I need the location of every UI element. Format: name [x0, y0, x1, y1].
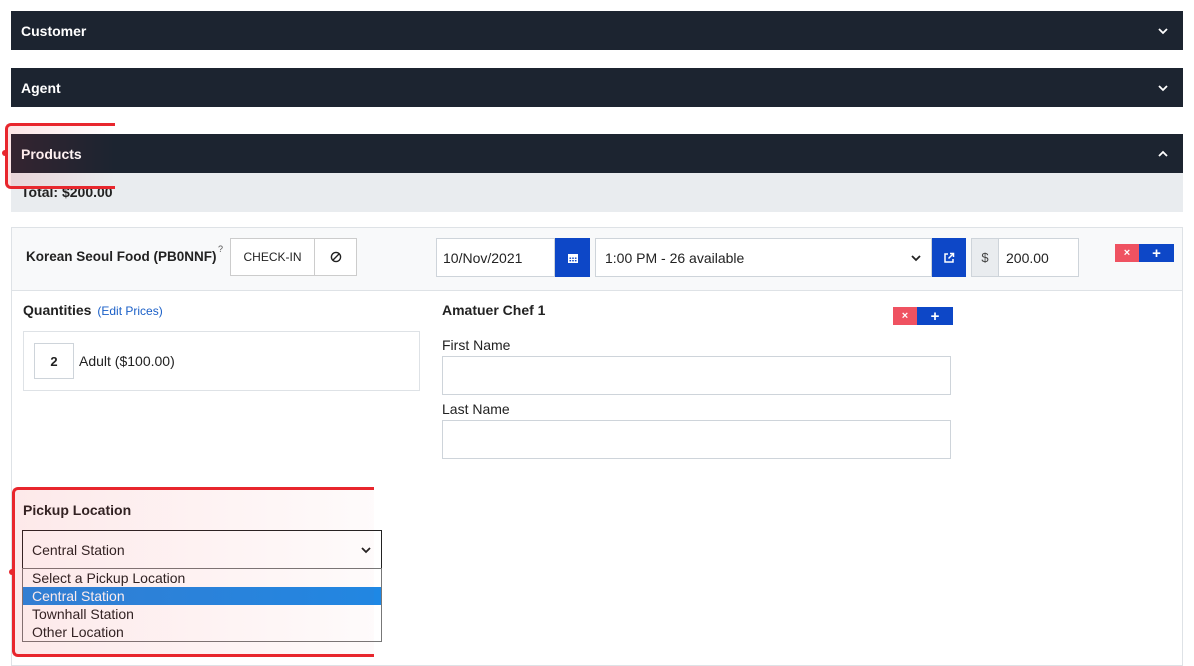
total-label: Total: $200.00: [21, 184, 113, 200]
pickup-location-title: Pickup Location: [23, 502, 132, 518]
products-section-title: Products: [21, 145, 82, 162]
quantities-heading: Quantities (Edit Prices): [23, 302, 163, 318]
annotation-marker: [9, 569, 15, 575]
products-total: Total: $200.00: [11, 173, 1183, 212]
customer-section-header[interactable]: Customer: [11, 11, 1183, 50]
remove-participant-button[interactable]: ×: [893, 307, 917, 325]
chevron-up-icon: [1158, 150, 1168, 157]
external-link-icon: [944, 252, 955, 263]
price-input[interactable]: 200.00: [998, 238, 1079, 277]
first-name-input[interactable]: [442, 356, 951, 395]
remove-product-button[interactable]: ×: [1115, 244, 1139, 262]
pickup-option-selected[interactable]: Central Station: [23, 587, 381, 605]
quantity-value: 2: [50, 353, 58, 369]
participant-title: Amatuer Chef 1: [442, 302, 546, 318]
date-value: 10/Nov/2021: [443, 249, 523, 266]
chevron-down-icon: [1158, 84, 1168, 91]
product-name: Korean Seoul Food (PB0NNF): [26, 249, 217, 264]
ticket-type-label: Adult ($100.00): [79, 353, 175, 369]
last-name-label: Last Name: [442, 401, 510, 417]
price-value: 200.00: [1006, 249, 1049, 266]
plus-icon: +: [930, 307, 940, 325]
product-header-row: Korean Seoul Food (PB0NNF) ? CHECK-IN 10…: [12, 228, 1182, 291]
chevron-down-icon: [361, 546, 371, 553]
close-icon: ×: [901, 310, 909, 322]
add-participant-button[interactable]: +: [917, 307, 953, 325]
pickup-location-dropdown: Select a Pickup Location Central Station…: [22, 568, 382, 642]
plus-icon: +: [1152, 244, 1161, 262]
check-in-label: CHECK-IN: [243, 250, 302, 264]
currency-addon: $: [971, 238, 999, 277]
date-input[interactable]: 10/Nov/2021: [436, 238, 555, 277]
pickup-option[interactable]: Other Location: [23, 623, 381, 641]
agent-section-title: Agent: [21, 79, 61, 96]
pickup-option[interactable]: Select a Pickup Location: [23, 569, 381, 587]
first-name-label: First Name: [442, 337, 511, 353]
quantities-title: Quantities: [23, 302, 92, 318]
ban-icon: [330, 251, 341, 263]
chevron-down-icon: [1158, 27, 1168, 34]
check-in-button[interactable]: CHECK-IN: [230, 238, 315, 276]
products-section-header[interactable]: Products: [11, 134, 1183, 173]
block-button[interactable]: [314, 238, 357, 276]
quantity-input[interactable]: 2: [34, 343, 74, 379]
currency-symbol: $: [981, 250, 989, 265]
add-product-button[interactable]: +: [1139, 244, 1174, 262]
edit-prices-link[interactable]: (Edit Prices): [97, 304, 162, 318]
time-value: 1:00 PM - 26 available: [605, 249, 745, 266]
last-name-input[interactable]: [442, 420, 951, 459]
agent-section-header[interactable]: Agent: [11, 68, 1183, 107]
open-external-button[interactable]: [932, 238, 966, 277]
time-select[interactable]: 1:00 PM - 26 available: [595, 238, 932, 277]
close-icon: ×: [1123, 247, 1131, 259]
chevron-down-icon: [911, 254, 921, 261]
quantities-box: 2 Adult ($100.00): [23, 331, 420, 391]
customer-section-title: Customer: [21, 22, 87, 39]
help-icon[interactable]: ?: [218, 244, 223, 254]
pickup-selected-value: Central Station: [32, 541, 125, 558]
annotation-marker: [2, 150, 8, 156]
pickup-option[interactable]: Townhall Station: [23, 605, 381, 623]
calendar-icon: [567, 253, 578, 263]
pickup-location-select[interactable]: Central Station: [22, 530, 382, 569]
calendar-button[interactable]: [555, 238, 590, 277]
